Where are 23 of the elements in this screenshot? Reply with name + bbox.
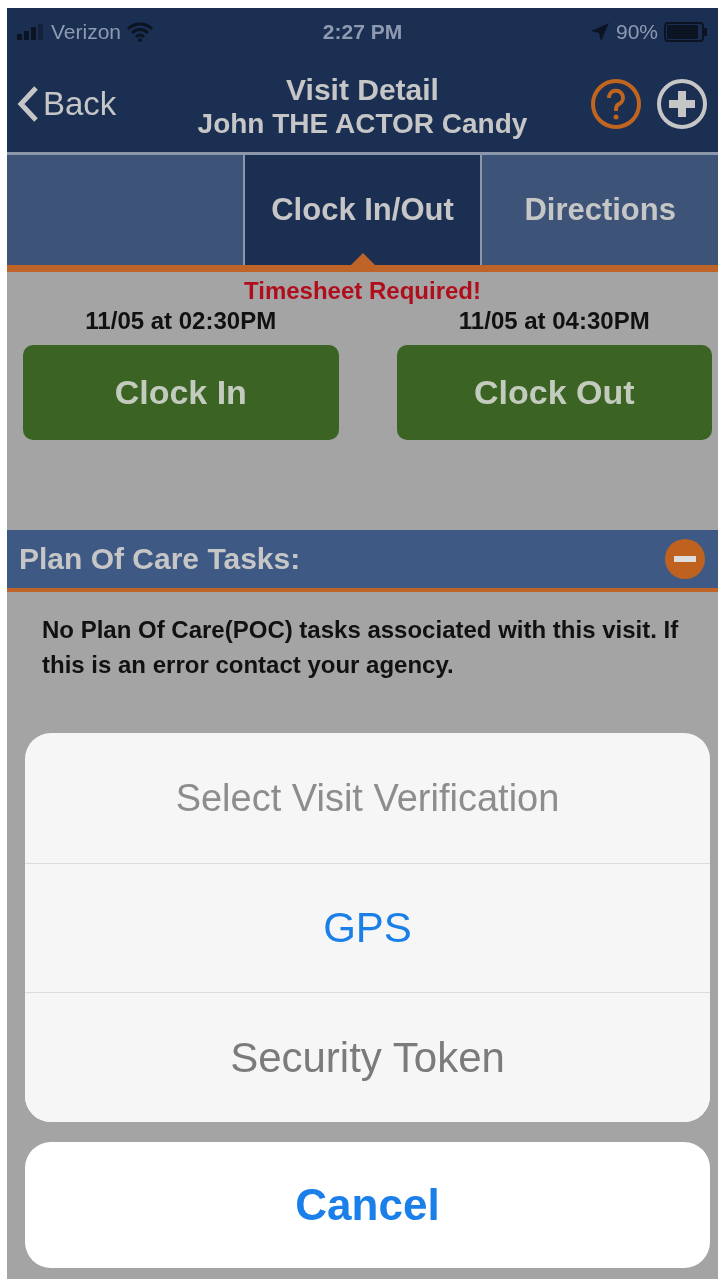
tab[interactable]: Clock In/Out (242, 155, 481, 265)
location-arrow-icon (589, 21, 610, 42)
chevron-left-icon (17, 84, 39, 123)
screen-title: Visit Detail (286, 73, 439, 107)
back-button[interactable]: Back (17, 84, 117, 123)
clock-button[interactable]: Clock In (23, 345, 339, 440)
carrier-name: Verizon (51, 19, 122, 44)
add-icon[interactable] (656, 77, 708, 130)
status-time: 2:27 PM (322, 19, 403, 44)
help-icon[interactable] (590, 77, 642, 130)
battery-percent: 90% (615, 19, 658, 44)
section-title: Plan Of Care Tasks: (19, 542, 301, 576)
battery-icon (664, 21, 708, 42)
clock-button[interactable]: Clock Out (396, 345, 712, 440)
screen-subtitle: John THE ACTOR Candy (197, 107, 528, 141)
signal-icon (17, 23, 45, 40)
wifi-icon (127, 21, 154, 42)
collapse-icon[interactable] (664, 538, 706, 580)
scheduled-time: 11/05 at 04:30PM (457, 307, 651, 335)
cancel-button[interactable]: Cancel (25, 1142, 710, 1268)
scheduled-time: 11/05 at 02:30PM (84, 307, 278, 335)
timesheet-warning: Timesheet Required! (243, 277, 482, 305)
empty-tasks-message: No Plan Of Care(POC) tasks associated with this visit. If this is an error contact your agency. (41, 615, 680, 680)
